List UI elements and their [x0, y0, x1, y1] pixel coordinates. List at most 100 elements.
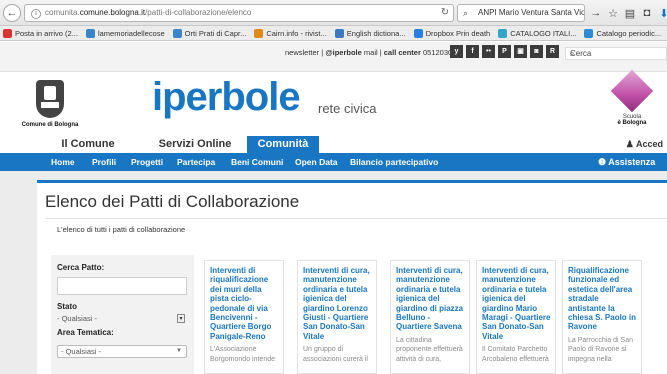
bologna-crest-icon — [36, 80, 64, 118]
bookmark-item[interactable]: CATALOGO ITALI... — [498, 28, 576, 38]
patto-card-title[interactable]: Interventi di cura, manutenzione ordinaria… — [303, 266, 375, 341]
social-link-icon[interactable]: P — [498, 45, 511, 58]
title-divider — [45, 218, 667, 219]
comune-bologna-logo[interactable]: Comune di Bologna — [20, 80, 80, 136]
patto-card[interactable]: Riqualificazione funzionale ed estetica de… — [562, 260, 642, 374]
go-arrow-icon[interactable]: → — [590, 7, 602, 19]
social-link-icon[interactable]: f — [466, 45, 479, 58]
social-link-icon[interactable]: R — [546, 45, 559, 58]
patto-card-title-line: funzionale ed — [568, 275, 620, 285]
patto-card-title[interactable]: Interventi di riqualificazione dei muri de… — [210, 266, 282, 341]
browser-toolbar: ← i comunita.comune.bologna.it/patti-di-c… — [0, 0, 667, 26]
site-search-input[interactable]: ⌕ Cerca — [565, 47, 667, 60]
utility-link-newsletter[interactable]: newsletter | — [285, 48, 325, 57]
url-prefix: comunita. — [45, 8, 80, 17]
iperbole-logo[interactable]: iperbole — [152, 75, 301, 120]
patto-card-description-line: impegna nella — [568, 355, 612, 363]
patto-card[interactable]: Interventi di cura, manutenzione ordinaria… — [297, 260, 377, 374]
patto-card-title[interactable]: Interventi di cura, manutenzione ordinaria… — [396, 266, 468, 332]
bookmark-label: Cairn.info - rivist... — [266, 28, 327, 38]
social-link-icon[interactable]: ◙ — [530, 45, 543, 58]
subnav-beni-comuni[interactable]: Beni Comuni — [231, 153, 283, 171]
page-title: Elenco dei Patti di Collaborazione — [45, 192, 300, 211]
subnav-partecipa[interactable]: Partecipa — [177, 153, 215, 171]
patto-card-title-line: igienica del — [303, 294, 347, 304]
patto-card-description: Il Comitato Parchetto Arcobaleno effettue… — [482, 345, 554, 364]
back-arrow-icon[interactable]: ← — [3, 4, 21, 22]
patto-card-title-line: manutenzione — [482, 275, 536, 285]
assistenza-link[interactable]: ❶ Assistenza — [598, 153, 655, 171]
stato-select[interactable]: - Qualsiasi - ▾ — [57, 313, 187, 325]
social-icons: y f •• P ▣ ◙ R — [450, 45, 559, 58]
address-bar[interactable]: i comunita.comune.bologna.it/patti-di-col… — [24, 4, 454, 22]
bookmark-item[interactable]: Orti Prati di Capr... — [172, 28, 246, 38]
patto-card-title-line: stradale — [568, 294, 599, 304]
login-link[interactable]: ♟ Acced — [626, 136, 663, 153]
social-link-icon[interactable]: •• — [482, 45, 495, 58]
bookmark-item[interactable]: lamemoriadellecose — [85, 28, 165, 38]
area-tematica-select[interactable]: - Qualsiasi - ▼ — [57, 345, 187, 358]
area-label: Area Tematica: — [57, 328, 114, 337]
url-host: comune.bologna.it — [79, 8, 146, 17]
bookmark-item[interactable]: Dropbox Prin death — [413, 28, 490, 38]
reading-list-icon[interactable]: ▤ — [624, 7, 636, 20]
patto-card-description: La cittadina proponente effettuerà attivit… — [396, 336, 468, 364]
patto-card-title-line: Bencivenni - — [210, 313, 258, 323]
subnav-progetti[interactable]: Progetti — [131, 153, 163, 171]
patto-card-description-line: Paolo di Ravone si — [568, 346, 627, 354]
patto-card-title-line: Giusti - Quartiere — [303, 313, 369, 323]
social-link-icon[interactable]: ▣ — [514, 45, 527, 58]
subnav-bilancio[interactable]: Bilancio partecipativo — [350, 153, 438, 171]
patto-card-title-line: riqualificazione — [210, 275, 269, 285]
browser-search-field[interactable]: ⌕ ANPI Mario Ventura Santa Viola — [457, 4, 585, 22]
tab-comunita[interactable]: Comunità — [247, 136, 319, 153]
bookmark-label: lamemoriadellecose — [97, 28, 165, 38]
wordpress-icon — [172, 28, 182, 38]
patto-card-title-line: Interventi di cura, — [303, 266, 370, 275]
patto-card-title-line: ordinaria e tutela — [482, 284, 547, 294]
cerca-patto-input[interactable] — [57, 277, 187, 295]
patto-card-title-line: ordinaria e tutela — [303, 284, 368, 294]
pocket-icon[interactable]: ◘ — [641, 7, 653, 19]
patto-card-title-line: Riqualificazione — [568, 266, 629, 275]
site-search-placeholder: Cerca — [570, 49, 592, 58]
patto-card[interactable]: Interventi di cura, manutenzione ordinaria… — [476, 260, 556, 374]
login-label: Acced — [635, 139, 663, 149]
stato-label: Stato — [57, 302, 77, 311]
info-icon[interactable]: i — [31, 9, 41, 19]
comune-label: Comune di Bologna — [21, 122, 79, 128]
patto-card-title-line: pista ciclo- — [210, 294, 252, 304]
patto-card-description-line: proponente effettuerà — [396, 346, 463, 354]
utility-link-mail[interactable]: mail | — [362, 48, 384, 57]
patto-card-title-line: Vitale — [482, 331, 504, 341]
utility-link-iperbole[interactable]: @iperbole — [325, 48, 362, 57]
tab-servizi-online[interactable]: Servizi Online — [140, 136, 250, 153]
patto-card-description-line: Un gruppo di — [303, 346, 344, 354]
area-value: - Qualsiasi - — [61, 347, 102, 356]
subnav-profili[interactable]: Profili — [92, 153, 116, 171]
utility-link-callcenter[interactable]: call center — [384, 48, 421, 57]
patto-card[interactable]: Interventi di cura, manutenzione ordinaria… — [390, 260, 470, 374]
bookmark-item[interactable]: Posta in arrivo (2... — [3, 28, 78, 38]
subnav-open-data[interactable]: Open Data — [295, 153, 338, 171]
patto-card-title[interactable]: Riqualificazione funzionale ed estetica de… — [568, 266, 640, 332]
bookmark-item[interactable]: Cairn.info - rivist... — [254, 28, 327, 38]
bookmark-label: Posta in arrivo (2... — [15, 28, 78, 38]
patto-card-title-line: giardino di piazza — [396, 303, 464, 313]
social-link-icon[interactable]: y — [450, 45, 463, 58]
patto-card-title-line: Maragi - Quartiere — [482, 313, 551, 323]
tab-il-comune[interactable]: Il Comune — [45, 136, 131, 153]
scuola-bologna-logo[interactable]: Scuola è Bologna — [603, 69, 661, 126]
patto-card[interactable]: Interventi di riqualificazione dei muri de… — [204, 260, 284, 374]
assistenza-label: Assistenza — [608, 157, 656, 167]
bookmark-item[interactable]: English dictiona... — [334, 28, 406, 38]
patto-card-description-line: La cittadina — [396, 336, 432, 344]
bookmark-star-icon[interactable]: ☆ — [607, 7, 619, 20]
bookmark-item[interactable]: Catalogo periodic... — [584, 28, 661, 38]
patto-card-description-line: Borgomondo intende — [210, 355, 275, 363]
download-icon[interactable]: ⬇ — [658, 7, 667, 20]
patto-card-title[interactable]: Interventi di cura, manutenzione ordinaria… — [482, 266, 554, 341]
subnav-home[interactable]: Home — [51, 153, 75, 171]
reload-icon[interactable]: ↻ — [438, 4, 452, 22]
patto-card-description-line: attività di cura, — [396, 355, 442, 363]
